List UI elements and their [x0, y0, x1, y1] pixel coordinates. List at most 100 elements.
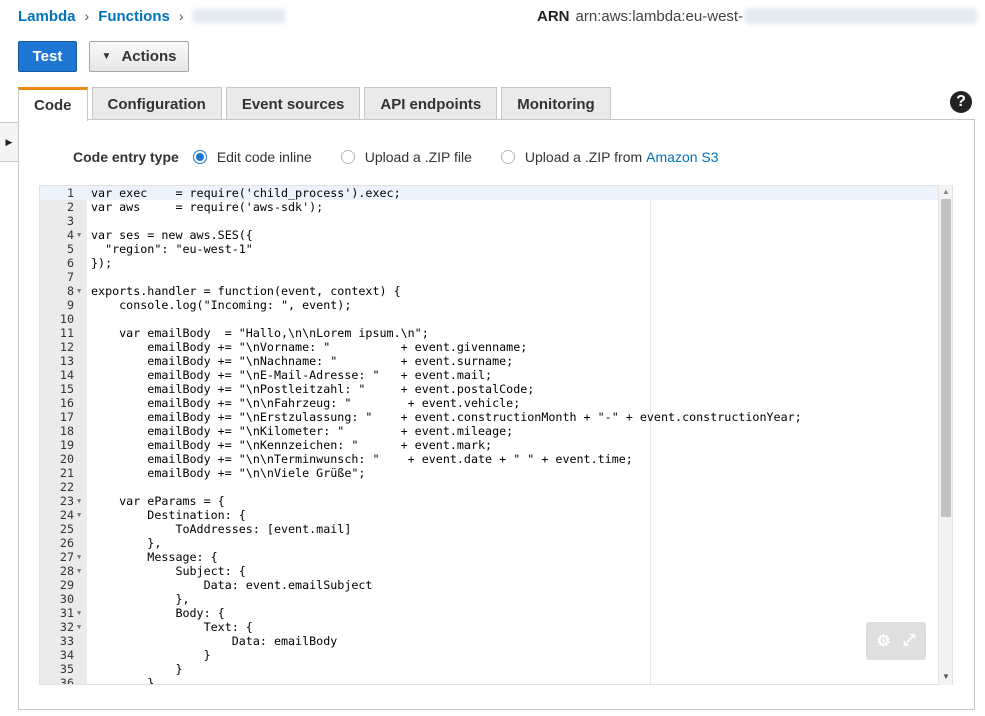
code-line[interactable]: 20 emailBody += "\n\nTerminwunsch: " + e… [40, 452, 940, 466]
code-line[interactable]: 18 emailBody += "\nKilometer: " + event.… [40, 424, 940, 438]
code-line[interactable]: 27 ▼ Message: { [40, 550, 940, 564]
fold-toggle-icon[interactable]: ▼ [77, 284, 81, 298]
tab-code[interactable]: Code [18, 87, 88, 121]
fold-toggle-icon[interactable]: ▼ [77, 494, 81, 508]
line-number: 23 [59, 494, 74, 508]
code-text: ToAddresses: [event.mail] [91, 522, 352, 536]
code-line[interactable]: 29 Data: event.emailSubject [40, 578, 940, 592]
fold-toggle-icon[interactable]: ▼ [77, 564, 81, 578]
line-number: 7 [66, 270, 74, 284]
radio-edit-inline[interactable]: Edit code inline [192, 149, 312, 165]
code-line[interactable]: 23 ▼ var eParams = { [40, 494, 940, 508]
line-number: 21 [59, 466, 74, 480]
code-line[interactable]: 19 emailBody += "\nKennzeichen: " + even… [40, 438, 940, 452]
code-line[interactable]: 34 } [40, 648, 940, 662]
line-number: 9 [66, 298, 74, 312]
line-number: 31 [59, 606, 74, 620]
code-text: emailBody += "\nKennzeichen: " + event.m… [91, 438, 493, 452]
code-line[interactable]: 26 }, [40, 536, 940, 550]
code-text: }); [91, 256, 113, 270]
line-number: 27 [59, 550, 74, 564]
scroll-down-icon[interactable]: ▼ [939, 672, 953, 682]
code-line[interactable]: 3 [40, 214, 940, 228]
code-line[interactable]: 22 [40, 480, 940, 494]
tab-event-sources[interactable]: Event sources [225, 87, 361, 120]
code-text: emailBody += "\n\nTerminwunsch: " + even… [91, 452, 633, 466]
line-number: 34 [59, 648, 74, 662]
code-entry-type-row: Code entry type Edit code inline Upload … [73, 146, 748, 168]
code-line[interactable]: 13 emailBody += "\nNachname: " + event.s… [40, 354, 940, 368]
radio-button-selected[interactable] [192, 150, 207, 164]
fold-toggle-icon[interactable]: ▼ [77, 620, 81, 634]
radio-upload-zip-s3[interactable]: Upload a .ZIP from Amazon S3 [500, 149, 719, 165]
breadcrumb-functions-link[interactable]: Functions [98, 8, 170, 25]
code-line[interactable]: 30 }, [40, 592, 940, 606]
code-line[interactable]: 25 ToAddresses: [event.mail] [40, 522, 940, 536]
function-tabs: Code Configuration Event sources API end… [18, 87, 615, 121]
radio-button[interactable] [500, 150, 515, 164]
fold-toggle-icon[interactable]: ▼ [77, 606, 81, 620]
line-number: 36 [59, 676, 74, 685]
code-line[interactable]: 9 console.log("Incoming: ", event); [40, 298, 940, 312]
line-number: 22 [59, 480, 74, 494]
code-line[interactable]: 1 var exec = require('child_process').exe… [40, 186, 940, 200]
fold-toggle-icon[interactable]: ▼ [77, 228, 81, 242]
test-button[interactable]: Test [18, 41, 77, 72]
code-line[interactable]: 17 emailBody += "\nErstzulassung: " + ev… [40, 410, 940, 424]
tab-api-endpoints[interactable]: API endpoints [364, 87, 498, 120]
line-number: 33 [59, 634, 74, 648]
code-line[interactable]: 36 } [40, 676, 940, 685]
line-number: 4 [66, 228, 74, 242]
code-line[interactable]: 32 ▼ Text: { [40, 620, 940, 634]
line-number: 8 [66, 284, 74, 298]
code-text: } [91, 662, 183, 676]
code-line[interactable]: 11 var emailBody = "Hallo,\n\nLorem ipsu… [40, 326, 940, 340]
code-text: }, [91, 592, 190, 606]
code-line[interactable]: 10 [40, 312, 940, 326]
tab-monitoring[interactable]: Monitoring [501, 87, 611, 120]
breadcrumb-lambda-link[interactable]: Lambda [18, 8, 76, 25]
code-line[interactable]: 6}); [40, 256, 940, 270]
code-line[interactable]: 28 ▼ Subject: { [40, 564, 940, 578]
code-text: } [91, 648, 211, 662]
code-line[interactable]: 12 emailBody += "\nVorname: " + event.gi… [40, 340, 940, 354]
code-lines[interactable]: 1 var exec = require('child_process').exe… [40, 186, 940, 685]
radio-upload-zip[interactable]: Upload a .ZIP file [340, 149, 472, 165]
actions-dropdown-button[interactable]: ▼ Actions [89, 41, 189, 72]
amazon-s3-link[interactable]: Amazon S3 [646, 149, 718, 165]
line-number: 26 [59, 536, 74, 550]
code-line[interactable]: 21 emailBody += "\n\nViele Grüße"; [40, 466, 940, 480]
code-line[interactable]: 5 "region": "eu-west-1" [40, 242, 940, 256]
tab-configuration[interactable]: Configuration [91, 87, 222, 120]
code-text: emailBody += "\nKilometer: " + event.mil… [91, 424, 514, 438]
code-line[interactable]: 35 } [40, 662, 940, 676]
scroll-up-icon[interactable]: ▲ [939, 187, 953, 197]
fold-toggle-icon[interactable]: ▼ [77, 508, 81, 522]
arn-display: ARN arn:aws:lambda:eu-west- [537, 6, 978, 26]
code-line[interactable]: 14 emailBody += "\nE-Mail-Adresse: " + e… [40, 368, 940, 382]
code-line[interactable]: 15 emailBody += "\nPostleitzahl: " + eve… [40, 382, 940, 396]
code-line[interactable]: 7 [40, 270, 940, 284]
gear-icon[interactable]: ⚙ [876, 631, 890, 651]
code-line[interactable]: 31 ▼ Body: { [40, 606, 940, 620]
code-line[interactable]: 24 ▼ Destination: { [40, 508, 940, 522]
code-text: emailBody += "\nPostleitzahl: " + event.… [91, 382, 535, 396]
line-number: 25 [59, 522, 74, 536]
radio-button[interactable] [340, 150, 355, 164]
editor-scrollbar[interactable]: ▲ ▼ [938, 185, 952, 685]
line-number: 19 [59, 438, 74, 452]
scrollbar-thumb[interactable] [941, 199, 951, 517]
line-number: 30 [59, 592, 74, 606]
code-text: Message: { [91, 550, 218, 564]
code-line[interactable]: 33 Data: emailBody [40, 634, 940, 648]
code-line[interactable]: 16 emailBody += "\n\nFahrzeug: " + event… [40, 396, 940, 410]
code-line[interactable]: 4 ▼ var ses = new aws.SES({ [40, 228, 940, 242]
expand-sidebar-icon[interactable]: ▶ [0, 122, 19, 162]
radio-label: Edit code inline [216, 149, 312, 165]
fullscreen-icon[interactable]: ⤢ [903, 632, 916, 650]
code-editor[interactable]: 1 var exec = require('child_process').exe… [39, 185, 953, 685]
code-line[interactable]: 2 var aws = require('aws-sdk'); [40, 200, 940, 214]
code-line[interactable]: 8 ▼ exports.handler = function(event, cont… [40, 284, 940, 298]
fold-toggle-icon[interactable]: ▼ [77, 550, 81, 564]
help-icon[interactable]: ? [950, 91, 972, 113]
